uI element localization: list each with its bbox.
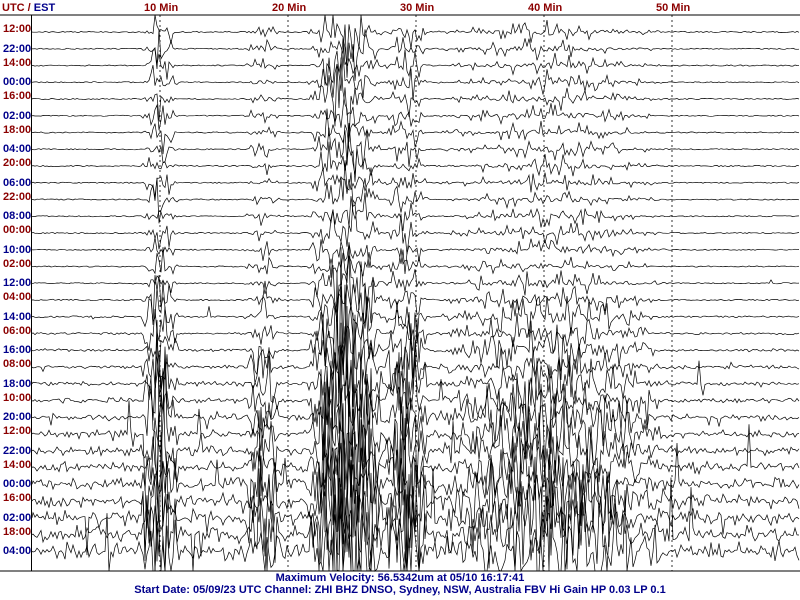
utc-hour-label: 14:00: [3, 56, 32, 69]
est-hour-label: 04:00: [3, 545, 32, 558]
utc-hour-label: 10:00: [3, 391, 32, 404]
est-hour-label: 08:00: [3, 210, 32, 223]
trace-line: [31, 192, 800, 232]
utc-hour-label: 02:00: [3, 257, 32, 270]
max-velocity-text: Maximum Velocity: 56.5342um at 05/10 16:…: [275, 572, 525, 584]
est-hour-label: 18:00: [3, 377, 32, 390]
est-hour-label: 00:00: [3, 76, 32, 89]
trace-line: [31, 167, 800, 201]
utc-hour-label: 06:00: [3, 324, 32, 337]
utc-hour-label: 16:00: [3, 492, 32, 504]
start-date-text: Start Date: 05/09/23 UTC Channel: ZHI BH…: [134, 584, 666, 596]
est-hour-label: 10:00: [3, 243, 32, 256]
est-hour-label: 02:00: [3, 109, 32, 122]
utc-hour-label: 12:00: [3, 23, 32, 35]
utc-hour-label: 18:00: [3, 525, 32, 538]
est-hour-label: 22:00: [3, 444, 32, 457]
trace-line: [31, 57, 800, 142]
utc-hour-label: 04:00: [3, 291, 32, 303]
utc-hour-label: 14:00: [3, 458, 32, 471]
seismogram-frame: UTC / EST 10 Min 20 Min 30 Min 40 Min 50 Min…: [0, 0, 800, 600]
est-hour-label: 02:00: [3, 511, 32, 524]
est-hour-label: 22:00: [3, 42, 32, 55]
trace-line: [31, 198, 800, 255]
est-hour-label: 16:00: [3, 344, 32, 357]
utc-hour-label: 16:00: [3, 90, 32, 102]
traces: [31, 14, 800, 573]
est-hour-label: 06:00: [3, 176, 32, 189]
est-hour-label: 14:00: [3, 310, 32, 323]
est-hour-label: 12:00: [3, 277, 32, 290]
seismogram-plot: [0, 14, 800, 573]
utc-hour-label: 18:00: [3, 123, 32, 136]
footer: Maximum Velocity: 56.5342um at 05/10 16:…: [0, 572, 800, 600]
est-hour-label: 04:00: [3, 143, 32, 156]
utc-hour-label: 22:00: [3, 190, 32, 203]
trace-line: [31, 50, 800, 101]
utc-hour-label: 00:00: [3, 224, 32, 236]
trace-line: [31, 124, 800, 182]
trace-line: [31, 87, 800, 131]
utc-hour-label: 12:00: [3, 425, 32, 437]
utc-hour-label: 08:00: [3, 358, 32, 370]
est-hour-label: 00:00: [3, 478, 32, 491]
utc-hour-label: 20:00: [3, 157, 32, 169]
est-hour-label: 20:00: [3, 411, 32, 424]
